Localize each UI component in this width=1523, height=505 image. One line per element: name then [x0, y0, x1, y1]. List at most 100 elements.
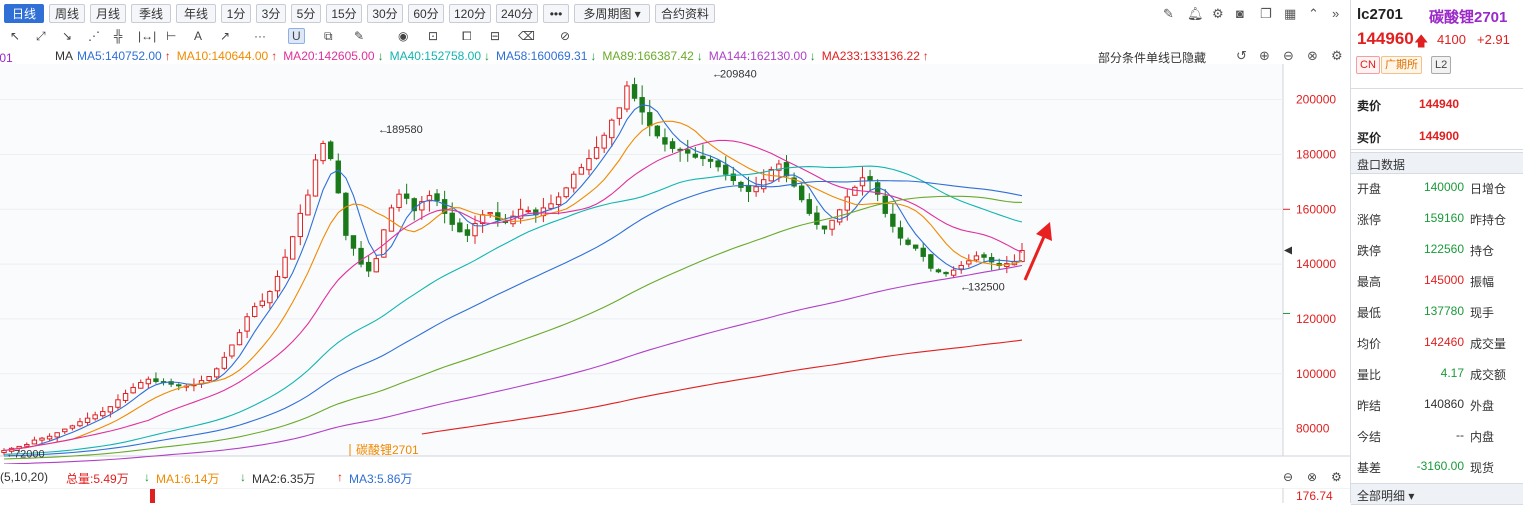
quote-label: 开盘	[1357, 182, 1382, 196]
magnet-icon[interactable]: U	[288, 28, 305, 44]
period-button[interactable]: 30分	[367, 4, 403, 23]
ray-tool-icon[interactable]: ↘	[62, 29, 72, 43]
up-arrow-icon: 🡅	[1414, 33, 1429, 49]
layers-icon[interactable]: ⧉	[324, 29, 333, 44]
candle	[282, 256, 288, 278]
quote-label-secondary: 日增仓	[1470, 182, 1507, 196]
quote-value: -3160.00	[1416, 459, 1464, 473]
period-button[interactable]: 240分	[496, 4, 538, 23]
text-tool-icon[interactable]: A	[194, 29, 202, 43]
delete-icon[interactable]: ⌫	[518, 29, 535, 43]
zoom-in-icon[interactable]: ⊕	[1259, 48, 1270, 64]
candle	[609, 119, 615, 139]
volume-settings-icon[interactable]: ⚙	[1331, 470, 1342, 484]
period-button[interactable]: 合约资料	[655, 4, 715, 23]
candle	[46, 435, 53, 440]
volume-zoom-out-icon[interactable]: ⊖	[1283, 470, 1293, 484]
chart-settings-icon[interactable]: ⚙	[1331, 48, 1343, 64]
candle	[920, 247, 926, 257]
zoom-out-icon[interactable]: ⊖	[1283, 48, 1294, 64]
period-button[interactable]: 3分	[256, 4, 286, 23]
more-tools-icon[interactable]: ···	[254, 29, 266, 43]
double-chevron-icon[interactable]: »	[1332, 6, 1339, 21]
ma-value: MA144:162130.00	[708, 49, 807, 63]
period-button[interactable]: 年线	[176, 4, 216, 23]
candle	[39, 437, 45, 441]
y-tick-label: 200000	[1296, 93, 1336, 107]
copy-icon[interactable]: ❐	[1260, 6, 1272, 22]
lock-icon[interactable]: ⊡	[428, 29, 438, 43]
channel-tool-icon[interactable]: ⋰	[88, 29, 100, 43]
volume-close-icon[interactable]: ⊗	[1307, 470, 1317, 484]
detail-header[interactable]: 全部明细 ▾	[1351, 483, 1523, 505]
candle	[145, 378, 152, 385]
ma-trend-arrow: ↑	[922, 49, 929, 63]
candle	[229, 344, 235, 357]
period-button[interactable]: 60分	[408, 4, 444, 23]
pen-icon[interactable]: ✎	[1163, 6, 1174, 22]
candle	[601, 134, 607, 149]
brush-icon[interactable]: ✎	[354, 29, 364, 43]
line-tool-icon[interactable]: ⤢	[36, 29, 46, 44]
candle	[457, 222, 463, 233]
volume-axis-value: 176.74	[1296, 489, 1333, 503]
cursor-icon[interactable]: ↖	[10, 29, 20, 43]
volume-ma2-arrow: ↓	[240, 470, 246, 484]
quote-label: 跌停	[1357, 244, 1382, 258]
period-button[interactable]: 120分	[449, 4, 491, 23]
collapse-icon[interactable]: ⌃	[1308, 6, 1319, 22]
drawing-toolbar: ↖ ⤢ ↘ ⋰ ╬ |↔| ⊢ A ↗ ··· U ⧉ ✎ ◉ ⊡ ⧠ ⊟ ⌫ …	[0, 28, 1350, 46]
period-button[interactable]: 月线	[90, 4, 126, 23]
candle	[312, 159, 319, 197]
period-button[interactable]: 15分	[326, 4, 362, 23]
arrow-tool-icon[interactable]: ↗	[220, 29, 230, 43]
crosshair-icon[interactable]: ╬	[114, 29, 123, 43]
candle	[305, 194, 311, 216]
candle	[700, 155, 706, 160]
grid-icon[interactable]: ▦	[1284, 6, 1296, 22]
note-icon[interactable]: ⊟	[490, 29, 500, 43]
period-button[interactable]: 周线	[49, 4, 85, 23]
contract-watermark: 碳酸锂2701	[356, 442, 419, 457]
candle	[62, 428, 68, 433]
period-button[interactable]: 5分	[291, 4, 321, 23]
quote-label-secondary: 昨持仓	[1470, 213, 1507, 227]
period-button[interactable]: 1分	[221, 4, 251, 23]
ma-value: MA40:152758.00	[389, 49, 481, 63]
quote-row: 今结 -- 内盘	[1351, 423, 1523, 448]
quote-label: 涨停	[1357, 213, 1382, 227]
volume-ma1-arrow: ↓	[144, 470, 150, 484]
fibonacci-icon[interactable]: ⊢	[166, 29, 176, 43]
quote-row: 基差 -3160.00 现货	[1351, 454, 1523, 479]
sell-price[interactable]: 144940	[1419, 97, 1459, 111]
ma-trend-arrow: ↓	[590, 49, 597, 63]
candle	[176, 384, 182, 387]
candle	[723, 164, 729, 175]
period-button[interactable]: 季线	[131, 4, 171, 23]
pin-icon[interactable]: ⊘	[560, 29, 570, 43]
ma-trend-arrow: ↓	[377, 49, 384, 63]
candle	[950, 269, 957, 276]
copy-drawing-icon[interactable]: ⧠	[462, 29, 472, 44]
candle	[928, 254, 934, 269]
y-tick-label: 80000	[1296, 422, 1330, 436]
ma-trend-arrow: ↓	[484, 49, 490, 63]
camera-icon[interactable]: ◙	[1236, 6, 1244, 21]
period-button[interactable]: •••	[543, 4, 569, 23]
candle	[84, 417, 91, 423]
eye-icon[interactable]: ◉	[398, 29, 408, 43]
candle	[624, 85, 630, 110]
quote-data-header[interactable]: 盘口数据	[1351, 152, 1523, 174]
range-tool-icon[interactable]: |↔|	[138, 29, 156, 43]
bell-icon[interactable]: 🔔︎	[1187, 6, 1204, 22]
candle	[563, 187, 569, 198]
buy-price[interactable]: 144900	[1419, 129, 1459, 143]
close-panel-icon[interactable]: ⊗	[1307, 48, 1318, 64]
settings-icon[interactable]: ⚙	[1212, 6, 1224, 22]
undo-icon[interactable]: ↺	[1236, 48, 1247, 64]
period-button[interactable]: 日线	[4, 4, 44, 23]
quote-label: 今结	[1357, 430, 1382, 444]
ma-value: MA58:160069.31	[496, 49, 588, 63]
candlestick-chart[interactable]: 200000 180000 160000 140000 120000 100000 8000…	[0, 64, 1350, 464]
period-button[interactable]: 多周期图 ▾	[574, 4, 650, 23]
